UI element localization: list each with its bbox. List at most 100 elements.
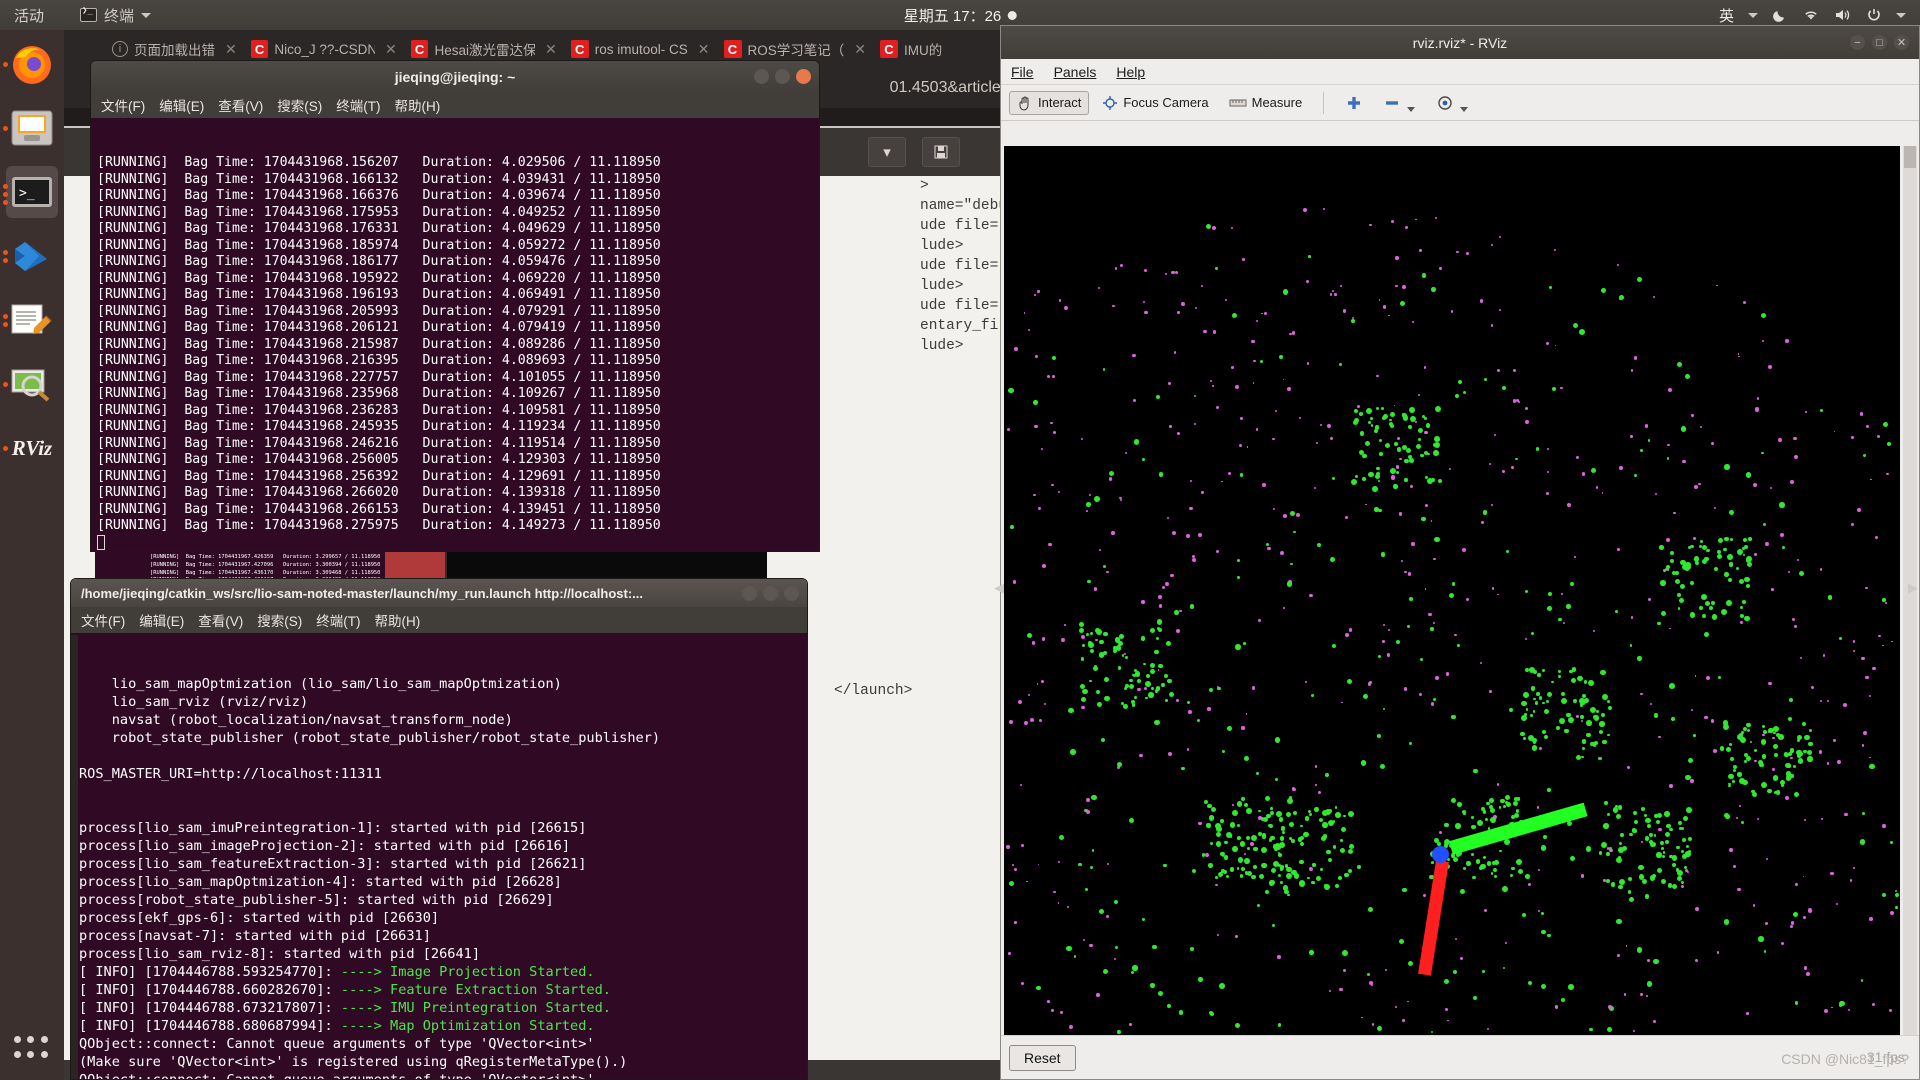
dock-item-terminal[interactable]: >_ [3,166,58,218]
point-cloud-point [1690,544,1694,549]
point-cloud-point [1619,466,1623,470]
maximize-icon[interactable] [775,69,790,84]
tool-focus-camera[interactable]: Focus Camera [1095,92,1215,114]
close-icon[interactable]: ✕ [385,41,397,58]
close-icon[interactable] [796,69,811,84]
terminal-bag-output[interactable]: [RUNNING] Bag Time: 1704431968.156207 Du… [91,118,819,551]
activities-button[interactable]: 活动 [14,5,44,26]
show-applications-button[interactable] [14,1036,50,1062]
point-cloud-point [1890,911,1895,916]
tool-add[interactable] [1338,91,1370,115]
terminal-launch-output[interactable]: lio_sam_mapOptmization (lio_sam/lio_sam_… [71,633,807,1079]
close-icon[interactable]: ✕ [698,41,710,58]
dock-item-firefox[interactable] [3,38,58,90]
point-cloud-point [1399,300,1406,307]
tray-chevron-down-icon[interactable] [1896,12,1906,18]
point-cloud-point [1194,423,1196,425]
wifi-icon[interactable] [1802,7,1820,23]
minimize-icon[interactable] [754,69,769,84]
point-cloud-point [1008,880,1014,886]
minimize-icon[interactable] [742,585,757,601]
menu-search[interactable]: 搜索(S) [277,95,322,115]
menu-view[interactable]: 查看(V) [198,610,243,630]
terminal-launch-titlebar[interactable]: /home/jieqing/catkin_ws/src/lio-sam-note… [71,579,807,607]
dock-item-image-viewer[interactable] [3,358,58,410]
menu-file[interactable]: File [1011,64,1034,80]
point-cloud-point [1286,812,1292,817]
browser-tab[interactable]: C IMU的 [872,32,948,66]
clock[interactable]: 星期五 17：26 [904,5,1017,26]
point-cloud-point [1733,865,1737,869]
point-cloud-point [1231,809,1238,816]
point-cloud-point [1746,1012,1749,1015]
terminal-bag-titlebar[interactable]: jieqing@jieqing: ~ [91,61,819,92]
point-cloud-point [1272,437,1275,441]
maximize-icon[interactable] [763,585,778,601]
menu-help[interactable]: 帮助(H) [375,610,421,630]
point-cloud-point [1859,412,1864,416]
point-cloud-point [1590,741,1595,746]
point-cloud-point [1681,880,1685,884]
input-method-indicator[interactable]: 英 [1719,5,1734,26]
point-cloud-point [1286,866,1292,873]
point-cloud-point [1013,580,1017,584]
tab-title: ROS学习笔记（ [747,43,845,58]
app-menu-button[interactable]: 终端 [80,5,152,26]
point-cloud-point [1632,810,1637,815]
save-icon[interactable] [922,137,960,167]
point-cloud-point [1063,306,1068,311]
reset-button[interactable]: Reset [1009,1044,1076,1071]
menu-view[interactable]: 查看(V) [218,95,263,115]
dock-item-rviz[interactable]: RViz [3,422,58,474]
menu-search[interactable]: 搜索(S) [257,610,302,630]
menu-terminal[interactable]: 终端(T) [336,95,380,115]
dock-item-vscode[interactable] [3,230,58,282]
tool-remove[interactable] [1376,89,1423,117]
point-cloud-point [1380,552,1386,557]
panel-collapse-right-icon[interactable]: ▶ [1908,580,1918,596]
terminal-launch-scrollbar[interactable] [71,635,78,1079]
tool-interact[interactable]: Interact [1009,90,1090,115]
menu-terminal[interactable]: 终端(T) [316,610,360,630]
night-mode-icon[interactable] [1772,7,1788,23]
point-cloud-point [1236,558,1240,562]
point-cloud-point [1058,860,1061,863]
minimize-icon[interactable]: − [1850,35,1865,50]
menu-file[interactable]: 文件(F) [101,95,145,115]
rviz-titlebar[interactable]: rviz.rviz* - RViz − □ ✕ [1001,26,1919,59]
maximize-icon[interactable]: □ [1872,35,1887,50]
dock-item-text-editor[interactable] [3,294,58,346]
menu-help[interactable]: 帮助(H) [395,95,441,115]
dock-item-files[interactable] [3,102,58,154]
close-icon[interactable]: ✕ [545,41,557,58]
point-cloud-point [1740,614,1744,618]
menu-file[interactable]: 文件(F) [81,610,125,630]
point-cloud-point [1838,1003,1842,1007]
point-cloud-point [1058,835,1064,841]
rviz-3d-view[interactable] [1004,146,1900,1036]
ime-chevron-down-icon[interactable] [1748,12,1758,18]
point-cloud-point [1108,477,1113,482]
point-cloud-point [1524,589,1529,594]
point-cloud-point [1317,542,1322,547]
volume-icon[interactable] [1834,7,1852,23]
close-icon[interactable]: ✕ [854,41,866,58]
tool-measure[interactable]: Measure [1222,92,1310,113]
point-cloud-point [1345,633,1350,638]
point-cloud-point [1636,277,1642,282]
menu-help[interactable]: Help [1116,64,1145,80]
menu-edit[interactable]: 编辑(E) [159,95,204,115]
tool-measure-label: Measure [1251,95,1303,110]
close-icon[interactable]: ✕ [225,41,237,58]
close-icon[interactable] [784,585,799,601]
menu-panels[interactable]: Panels [1054,64,1097,80]
tool-properties[interactable] [1429,89,1476,117]
close-icon[interactable]: ✕ [1894,35,1909,50]
panel-collapse-left-icon[interactable]: ◀ [994,580,1004,596]
power-icon[interactable] [1866,7,1882,23]
point-cloud-point [1367,682,1372,686]
point-cloud-point [1625,945,1628,948]
menu-edit[interactable]: 编辑(E) [139,610,184,630]
chevron-down-icon[interactable]: ▾ [868,137,906,167]
point-cloud-point [1568,717,1575,724]
